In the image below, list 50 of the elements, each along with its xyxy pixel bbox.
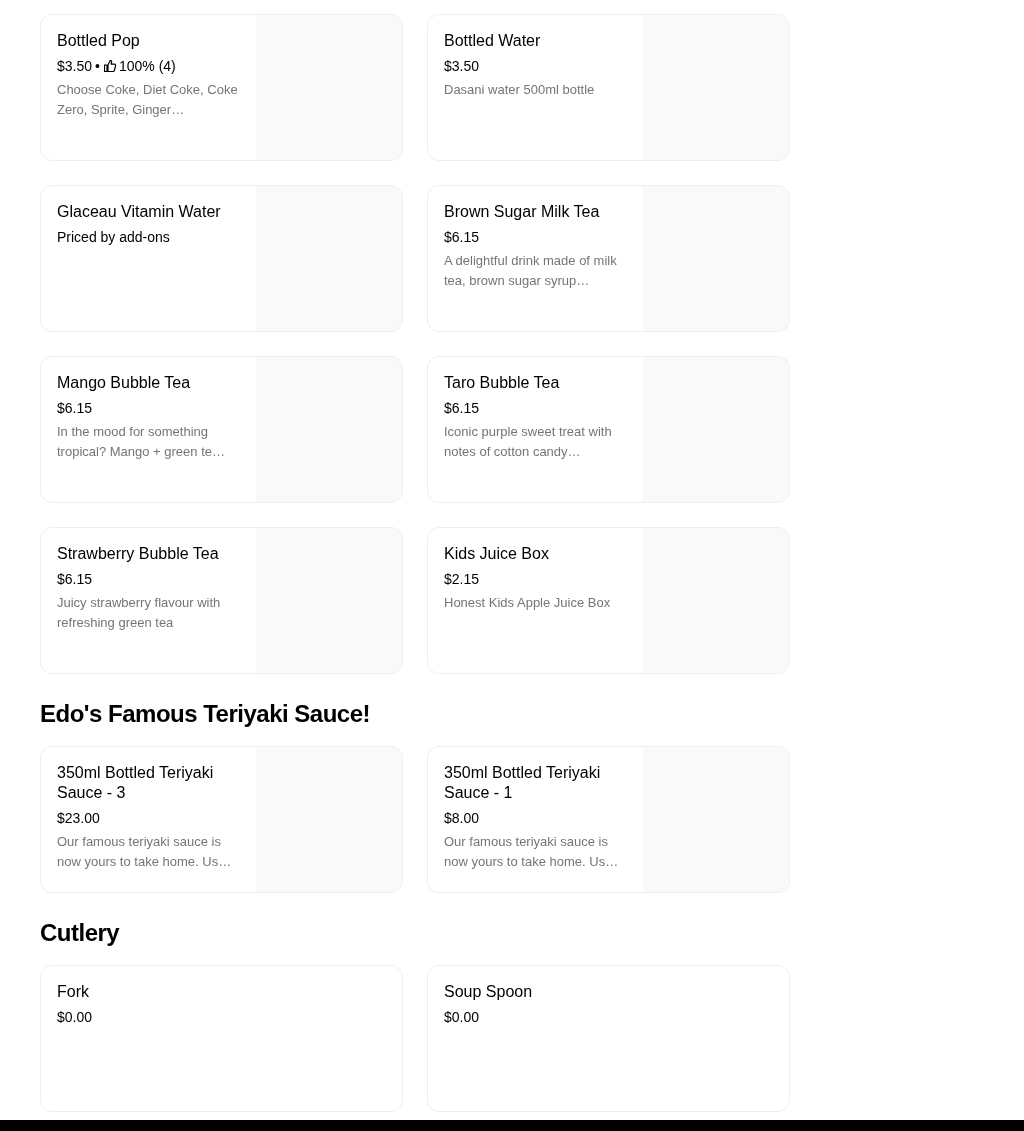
menu-item-card[interactable]: 350ml Bottled Teriyaki Sauce - 3 $23.00 Our famous teriyaki sauce is now yours to take home. Us… <box>40 746 403 893</box>
item-price: $23.00 <box>57 809 100 828</box>
item-price: $0.00 <box>57 1008 93 1027</box>
item-name: 350ml Bottled Teriyaki Sauce - 1 <box>444 763 602 803</box>
menu-item-card[interactable]: Glaceau Vitamin Water Priced by add-ons <box>40 185 403 332</box>
item-price: $0.00 <box>444 1008 480 1027</box>
item-name: Taro Bubble Tea <box>444 373 561 393</box>
item-description: In the mood for something tropical? Mango + green te… <box>57 423 227 461</box>
item-price: $3.50 <box>444 57 480 76</box>
menu-item-card[interactable]: Taro Bubble Tea $6.15 Iconic purple sweet treat with notes of cotton candy… <box>427 356 790 503</box>
item-name: Brown Sugar Milk Tea <box>444 202 601 222</box>
item-description: Our famous teriyaki sauce is now yours to take home. Us… <box>57 833 233 871</box>
item-price: $3.50 <box>57 57 93 76</box>
menu-item-card[interactable]: Mango Bubble Tea $6.15 In the mood for something tropical? Mango + green te… <box>40 356 403 503</box>
section-heading: Cutlery <box>40 918 121 948</box>
menu-item-card[interactable]: Brown Sugar Milk Tea $6.15 A delightful drink made of milk tea, brown sugar syrup… <box>427 185 790 332</box>
separator-dot: • <box>95 57 100 76</box>
item-name: 350ml Bottled Teriyaki Sauce - 3 <box>57 763 215 803</box>
item-name: Glaceau Vitamin Water <box>57 202 222 222</box>
menu-item-card[interactable]: Kids Juice Box $2.15 Honest Kids Apple Juice Box <box>427 527 790 674</box>
item-price: $2.15 <box>444 570 480 589</box>
menu-item-card[interactable]: Bottled Pop $3.50 • 100% (4) Choose Coke, Diet Coke, Coke Zero, Sprite, Ginger… <box>40 14 403 161</box>
item-description: Dasani water 500ml bottle <box>444 81 596 99</box>
menu-item-card[interactable]: Fork $0.00 <box>40 965 403 1112</box>
item-price: Priced by add-ons <box>57 228 170 247</box>
item-price: $6.15 <box>444 399 480 418</box>
item-name: Kids Juice Box <box>444 544 550 564</box>
item-description: A delightful drink made of milk tea, brown sugar syrup… <box>444 252 618 290</box>
menu-item-card[interactable]: Strawberry Bubble Tea $6.15 Juicy strawberry flavour with refreshing green tea <box>40 527 403 674</box>
item-price: $6.15 <box>444 228 480 247</box>
item-description: Honest Kids Apple Juice Box <box>444 594 612 612</box>
menu-item-card[interactable]: 350ml Bottled Teriyaki Sauce - 1 $8.00 Our famous teriyaki sauce is now yours to take home. Us… <box>427 746 790 893</box>
item-name: Bottled Pop <box>57 31 141 51</box>
item-name: Fork <box>57 982 90 1002</box>
thumbs-up-icon <box>103 60 116 72</box>
menu-item-card[interactable]: Bottled Water $3.50 Dasani water 500ml bottle <box>427 14 790 161</box>
item-price: $6.15 <box>57 399 93 418</box>
item-description: Iconic purple sweet treat with notes of cotton candy… <box>444 423 613 461</box>
item-name: Strawberry Bubble Tea <box>57 544 220 564</box>
item-name: Bottled Water <box>444 31 542 51</box>
menu-item-card[interactable]: Soup Spoon $0.00 <box>427 965 790 1112</box>
item-description: Our famous teriyaki sauce is now yours to take home. Us… <box>444 833 620 871</box>
item-name: Soup Spoon <box>444 982 534 1002</box>
item-name: Mango Bubble Tea <box>57 373 192 393</box>
item-description: Juicy strawberry flavour with refreshing green tea <box>57 594 222 632</box>
item-price: $6.15 <box>57 570 93 589</box>
item-description: Choose Coke, Diet Coke, Coke Zero, Sprite, Ginger… <box>57 81 239 119</box>
section-heading: Edo's Famous Teriyaki Sauce! <box>40 699 372 729</box>
rating-text: 100% (4) <box>118 57 176 76</box>
item-price: $8.00 <box>444 809 480 828</box>
